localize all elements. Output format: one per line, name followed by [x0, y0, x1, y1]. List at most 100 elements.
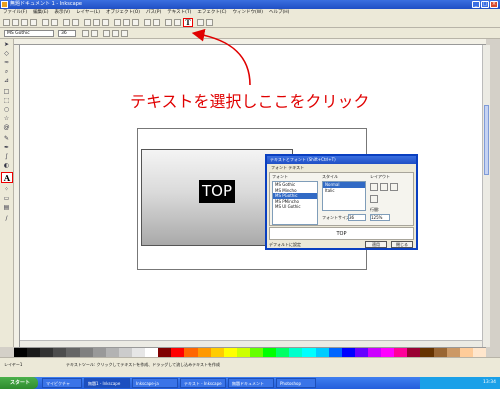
- 3d-box-tool-icon[interactable]: ⬚: [2, 97, 11, 105]
- font-panel: フォント スタイル レイアウト MS Gothic MS Mincho MS P…: [269, 172, 414, 226]
- node-tool-icon[interactable]: ◇: [2, 50, 11, 58]
- taskbar-item[interactable]: テキスト - Inkscape: [180, 378, 226, 388]
- open-icon[interactable]: [12, 19, 19, 26]
- pen-tool-icon[interactable]: ✒: [2, 144, 11, 152]
- toolbox: ➤ ◇ ≈ ⌕ ⊿ □ ⬚ ○ ☆ @ ✎ ✒ ∫ ◐ A ⁘ ▭ ▤ /: [0, 39, 14, 347]
- menu-file[interactable]: ファイル(F): [3, 9, 27, 17]
- apply-button[interactable]: 適用: [365, 241, 387, 248]
- gradient-tool-icon[interactable]: ▤: [2, 204, 11, 212]
- zoom-in-icon[interactable]: [114, 19, 121, 26]
- print-icon[interactable]: [30, 19, 37, 26]
- layer-indicator[interactable]: レイヤー1: [4, 362, 22, 367]
- menu-edit[interactable]: 編集(E): [33, 9, 48, 17]
- font-family-select[interactable]: MS Gothic: [4, 30, 54, 37]
- save-icon[interactable]: [21, 19, 28, 26]
- clone-icon[interactable]: [153, 19, 160, 26]
- taskbar-item[interactable]: Inkscape-ja: [132, 378, 178, 388]
- style-list-item[interactable]: Italic: [323, 188, 365, 194]
- menu-path[interactable]: パス(P): [146, 9, 161, 17]
- zoom-out-icon[interactable]: [123, 19, 130, 26]
- align-left-icon[interactable]: [103, 30, 110, 37]
- export-icon[interactable]: [51, 19, 58, 26]
- menu-window[interactable]: ウィンドウ(W): [233, 9, 263, 17]
- dialog-close-button[interactable]: 閉じる: [391, 241, 413, 248]
- align-left-icon[interactable]: [370, 183, 378, 191]
- duplicate-icon[interactable]: [144, 19, 151, 26]
- line-spacing-label: 行間:: [370, 207, 380, 212]
- spray-tool-icon[interactable]: ⁘: [2, 186, 11, 194]
- rectangle-tool-icon[interactable]: □: [2, 88, 11, 96]
- close-button[interactable]: ×: [490, 1, 498, 8]
- align-right-icon[interactable]: [390, 183, 398, 191]
- menu-layer[interactable]: レイヤー(L): [76, 9, 100, 17]
- taskbar-item[interactable]: 無題ドキュメント: [228, 378, 274, 388]
- horizontal-scrollbar[interactable]: [20, 340, 482, 347]
- minimize-button[interactable]: _: [472, 1, 480, 8]
- text-and-font-button[interactable]: T: [183, 18, 193, 27]
- status-message: テキストツール: クリックしてテキストを作成、ドラッグして流し込みテキストを作成: [66, 362, 221, 367]
- new-document-icon[interactable]: [3, 19, 10, 26]
- taskbar-item[interactable]: Photoshop: [276, 378, 316, 388]
- taskbar-item[interactable]: マイピクチャ: [42, 378, 82, 388]
- maximize-button[interactable]: □: [481, 1, 489, 8]
- tool-controls-bar: MS Gothic 36: [0, 28, 500, 39]
- undo-icon[interactable]: [63, 19, 70, 26]
- redo-icon[interactable]: [72, 19, 79, 26]
- paste-icon[interactable]: [102, 19, 109, 26]
- measure-tool-icon[interactable]: ⊿: [2, 77, 11, 85]
- tweak-tool-icon[interactable]: ≈: [2, 59, 11, 67]
- window-titlebar: 無題ドキュメント 1 - Inkscape: [0, 0, 500, 9]
- copy-icon[interactable]: [84, 19, 91, 26]
- vertical-scrollbar[interactable]: [482, 45, 490, 347]
- menu-view[interactable]: 表示(V): [54, 9, 70, 17]
- pencil-tool-icon[interactable]: ✎: [2, 135, 11, 143]
- text-tool-icon[interactable]: A: [1, 172, 13, 183]
- layout-group-label: レイアウト: [370, 174, 390, 179]
- dialog-font-size-field[interactable]: 36: [348, 214, 366, 221]
- align-icon[interactable]: [206, 19, 213, 26]
- dropper-tool-icon[interactable]: /: [2, 215, 11, 223]
- menu-help[interactable]: ヘルプ(H): [269, 9, 289, 17]
- align-right-icon[interactable]: [121, 30, 128, 37]
- menu-object[interactable]: オブジェクト(O): [106, 9, 140, 17]
- style-list[interactable]: Normal Italic: [322, 181, 366, 211]
- align-center-icon[interactable]: [112, 30, 119, 37]
- font-size-label: フォントサイズ: [322, 215, 350, 220]
- xml-editor-icon[interactable]: [197, 19, 204, 26]
- font-list-item[interactable]: MS UI Gothic: [273, 204, 317, 210]
- zoom-fit-icon[interactable]: [132, 19, 139, 26]
- line-spacing-field[interactable]: 125%: [370, 214, 390, 221]
- font-list[interactable]: MS Gothic MS Mincho MS PGothic MS PMinch…: [272, 181, 318, 225]
- cut-icon[interactable]: [93, 19, 100, 26]
- paint-bucket-tool-icon[interactable]: ◐: [2, 162, 11, 170]
- start-button[interactable]: スタート: [0, 377, 38, 389]
- top-text-object[interactable]: TOP: [199, 180, 235, 203]
- set-default-button[interactable]: デフォルトに設定: [269, 242, 301, 248]
- command-toolbar: T: [0, 17, 500, 28]
- menu-effects[interactable]: エフェクト(C): [197, 9, 226, 17]
- star-tool-icon[interactable]: ☆: [2, 115, 11, 123]
- zoom-tool-icon[interactable]: ⌕: [2, 68, 11, 76]
- eraser-tool-icon[interactable]: ▭: [2, 195, 11, 203]
- horizontal-text-icon[interactable]: [370, 195, 378, 203]
- ungroup-icon[interactable]: [174, 19, 181, 26]
- calligraphy-tool-icon[interactable]: ∫: [2, 153, 11, 161]
- ellipse-tool-icon[interactable]: ○: [2, 106, 11, 114]
- bold-icon[interactable]: [82, 30, 89, 37]
- import-icon[interactable]: [42, 19, 49, 26]
- menu-text[interactable]: テキスト(T): [167, 9, 191, 17]
- text-font-dialog: テキストとフォント (Shift+Ctrl+T) フォント テキスト フォント …: [265, 154, 418, 250]
- font-size-select[interactable]: 36: [58, 30, 76, 37]
- window-controls: _ □ ×: [472, 1, 498, 8]
- instruction-annotation: テキストを選択しここをクリック: [130, 92, 370, 111]
- window-title: 無題ドキュメント 1 - Inkscape: [10, 1, 82, 7]
- color-palette[interactable]: [14, 347, 486, 358]
- taskbar-item-active[interactable]: 無題1 - Inkscape: [84, 378, 130, 388]
- italic-icon[interactable]: [91, 30, 98, 37]
- selector-tool-icon[interactable]: ➤: [2, 41, 11, 49]
- scrollbar-thumb[interactable]: [484, 105, 489, 175]
- group-icon[interactable]: [165, 19, 172, 26]
- dialog-tabs[interactable]: フォント テキスト: [269, 165, 304, 171]
- spiral-tool-icon[interactable]: @: [2, 124, 11, 132]
- align-center-icon[interactable]: [380, 183, 388, 191]
